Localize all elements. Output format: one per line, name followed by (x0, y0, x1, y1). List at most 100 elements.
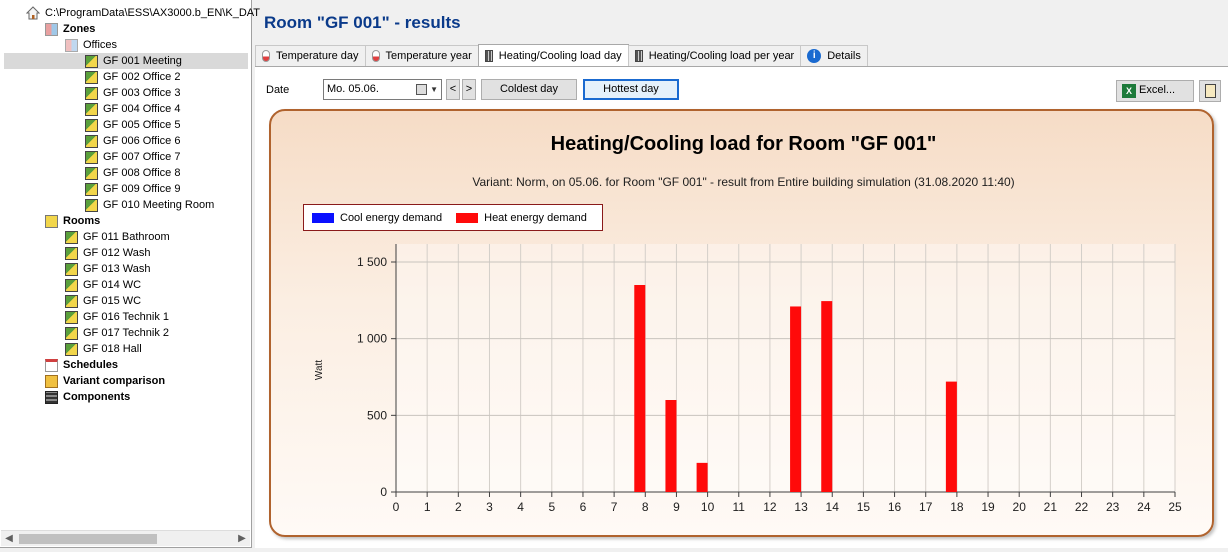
hottest-day-button[interactable]: Hottest day (583, 79, 679, 100)
tree-item-room[interactable]: GF 009 Office 9 (85, 181, 180, 197)
tree-offices[interactable]: Offices (65, 37, 117, 53)
clipboard-icon (1205, 84, 1216, 98)
tree-item-label: GF 016 Technik 1 (83, 311, 170, 323)
x-tick-label: 20 (1013, 500, 1027, 514)
folder-compare-icon (45, 374, 58, 388)
excel-export-button[interactable]: X Excel... (1116, 80, 1194, 102)
x-tick-label: 9 (673, 500, 680, 514)
tree-item-label: GF 009 Office 9 (103, 183, 181, 195)
room-icon (85, 102, 98, 116)
x-tick-label: 5 (548, 500, 555, 514)
x-tick-label: 21 (1044, 500, 1058, 514)
tree-item-room[interactable]: GF 001 Meeting (4, 53, 248, 69)
date-value: Mo. 05.06. (327, 83, 379, 95)
tree-item-label: GF 017 Technik 2 (83, 327, 170, 339)
legend-label-heat: Heat energy demand (484, 211, 587, 224)
tab-temperature-year[interactable]: Temperature year (364, 45, 479, 66)
tree-zones-label: Zones (63, 23, 96, 35)
x-tick-label: 19 (981, 500, 995, 514)
room-icon (85, 182, 98, 196)
chart-legend: Cool energy demand Heat energy demand (303, 204, 603, 231)
x-tick-label: 1 (424, 500, 431, 514)
tree-root[interactable]: C:\ProgramData\ESS\AX3000.b_EN\K_DAT (25, 5, 260, 21)
tree-horizontal-scrollbar[interactable]: ◀ ▶ (1, 530, 250, 546)
tree-item-label: GF 003 Office 3 (103, 87, 181, 99)
tree-components[interactable]: Components (45, 389, 130, 405)
chart-title: Heating/Cooling load for Room "GF 001" (550, 133, 937, 155)
tab-details[interactable]: i Details (800, 45, 868, 66)
tree-item-label: GF 018 Hall (83, 343, 142, 355)
tree-variant-comparison[interactable]: Variant comparison (45, 373, 165, 389)
tree-item-room[interactable]: GF 003 Office 3 (85, 85, 180, 101)
chevron-down-icon[interactable]: ▼ (430, 80, 438, 99)
bar-heat-energy-demand (945, 381, 957, 492)
legend-item-cool: Cool energy demand (312, 212, 442, 224)
page-title: Room "GF 001" - results (264, 13, 461, 32)
radiator-icon (634, 50, 643, 62)
tree-item-room[interactable]: GF 018 Hall (65, 341, 142, 357)
tree-item-room[interactable]: GF 005 Office 5 (85, 117, 180, 133)
date-picker[interactable]: Mo. 05.06. ▼ (323, 79, 442, 100)
room-icon (85, 134, 98, 148)
tree-zones[interactable]: Zones (45, 21, 95, 37)
tree-item-room[interactable]: GF 011 Bathroom (65, 229, 170, 245)
tree-item-room[interactable]: GF 012 Wash (65, 245, 150, 261)
bar-heat-energy-demand (665, 400, 677, 492)
y-axis-label: Watt (314, 360, 325, 380)
tree-item-room[interactable]: GF 015 WC (65, 293, 141, 309)
chart-panel: 0 500 1 000 1 500 0 1 2 3 4 5 6 7 8 9 10 11 12 13 14 15 16 17… (269, 109, 1214, 537)
tree-item-room[interactable]: GF 007 Office 7 (85, 149, 180, 165)
tree-item-room[interactable]: GF 017 Technik 2 (65, 325, 169, 341)
tree-item-room[interactable]: GF 016 Technik 1 (65, 309, 169, 325)
tab-label: Heating/Cooling load per year (648, 50, 795, 62)
tree-item-label: GF 008 Office 8 (103, 167, 181, 179)
room-icon (85, 86, 98, 100)
x-tick-label: 22 (1075, 500, 1089, 514)
tree-item-room[interactable]: GF 008 Office 8 (85, 165, 180, 181)
copy-to-clipboard-button[interactable] (1199, 80, 1221, 102)
tab-label: Details (827, 50, 861, 62)
scroll-left-icon[interactable]: ◀ (1, 531, 17, 547)
tree-item-label: GF 013 Wash (83, 263, 151, 275)
tab-heating-cooling-load-day[interactable]: Heating/Cooling load day (477, 44, 629, 66)
tab-temperature-day[interactable]: Temperature day (255, 45, 366, 66)
info-icon: i (807, 49, 822, 63)
room-icon (85, 198, 98, 212)
zones-icon (45, 22, 58, 36)
tree-item-room[interactable]: GF 014 WC (65, 277, 141, 293)
x-tick-label: 17 (919, 500, 933, 514)
x-tick-label: 24 (1137, 500, 1151, 514)
chart-subtitle: Variant: Norm, on 05.06. for Room "GF 00… (472, 175, 1015, 189)
tree-item-label: GF 011 Bathroom (83, 231, 170, 243)
previous-day-button[interactable]: < (446, 79, 460, 100)
tree-rooms[interactable]: Rooms (45, 213, 100, 229)
next-day-button[interactable]: > (462, 79, 476, 100)
components-icon (45, 390, 58, 404)
home-icon (25, 6, 41, 20)
tree-rooms-label: Rooms (63, 215, 101, 227)
room-icon (65, 326, 78, 340)
tree-item-label: GF 005 Office 5 (103, 119, 181, 131)
x-tick-label: 16 (888, 500, 902, 514)
tree-item-room[interactable]: GF 010 Meeting Room (85, 197, 214, 213)
coldest-day-button[interactable]: Coldest day (481, 79, 577, 100)
thermometer-icon (371, 50, 380, 62)
tree-item-room[interactable]: GF 002 Office 2 (85, 69, 180, 85)
x-tick-label: 14 (826, 500, 840, 514)
tree-schedules[interactable]: Schedules (45, 357, 118, 373)
x-tick-label: 12 (763, 500, 777, 514)
legend-swatch-heat (456, 212, 479, 223)
tree-item-room[interactable]: GF 004 Office 4 (85, 101, 180, 117)
x-tick-label: 4 (517, 500, 524, 514)
project-tree[interactable]: C:\ProgramData\ESS\AX3000.b_EN\K_DAT Zon… (0, 0, 260, 548)
scrollbar-thumb[interactable] (19, 534, 157, 544)
tree-item-label: GF 014 WC (83, 279, 142, 291)
tab-heating-cooling-load-per-year[interactable]: Heating/Cooling load per year (627, 45, 802, 66)
tree-item-room[interactable]: GF 006 Office 6 (85, 133, 180, 149)
room-icon (65, 310, 78, 324)
tree-offices-label: Offices (83, 39, 118, 51)
tab-label: Temperature day (276, 50, 359, 62)
tree-item-room[interactable]: GF 013 Wash (65, 261, 150, 277)
scroll-right-icon[interactable]: ▶ (234, 531, 250, 547)
calendar-icon[interactable] (416, 84, 427, 95)
